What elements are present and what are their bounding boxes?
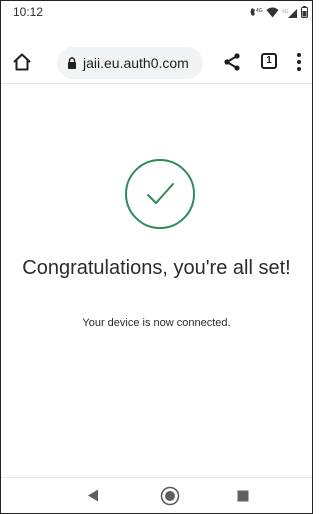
status-time: 10:12 [13, 5, 44, 19]
svg-text:4G: 4G [282, 9, 289, 15]
system-nav-bar [1, 477, 312, 513]
lock-icon [68, 57, 76, 69]
battery-icon [301, 6, 308, 18]
share-icon[interactable] [223, 53, 241, 71]
more-vert-icon[interactable] [295, 52, 303, 72]
success-check-icon [125, 159, 195, 229]
address-bar[interactable]: jaii.eu.auth0.com [57, 47, 203, 79]
volte-icon: 4G [250, 8, 263, 16]
home-icon[interactable] [11, 51, 33, 73]
tab-switcher-button[interactable]: 1 [261, 53, 277, 69]
page-content: Congratulations, you're all set! Your de… [1, 84, 312, 477]
back-triangle-icon[interactable] [87, 489, 99, 502]
svg-text:4G: 4G [256, 8, 263, 14]
home-circle-icon[interactable] [160, 486, 180, 506]
status-icons: 4G 4G [249, 6, 308, 18]
browser-toolbar: jaii.eu.auth0.com 1 [1, 23, 312, 84]
page-title: Congratulations, you're all set! [22, 257, 291, 279]
4g-signal-icon: 4G [282, 8, 297, 18]
url-text: jaii.eu.auth0.com [83, 55, 189, 71]
wifi-icon [266, 7, 279, 17]
phone-frame: 10:12 4G 4G jaii.eu.auth0.com 1 Congratu… [0, 0, 313, 514]
recents-square-icon[interactable] [237, 490, 249, 502]
status-bar: 10:12 4G 4G [1, 1, 312, 23]
status-message: Your device is now connected. [82, 317, 231, 329]
